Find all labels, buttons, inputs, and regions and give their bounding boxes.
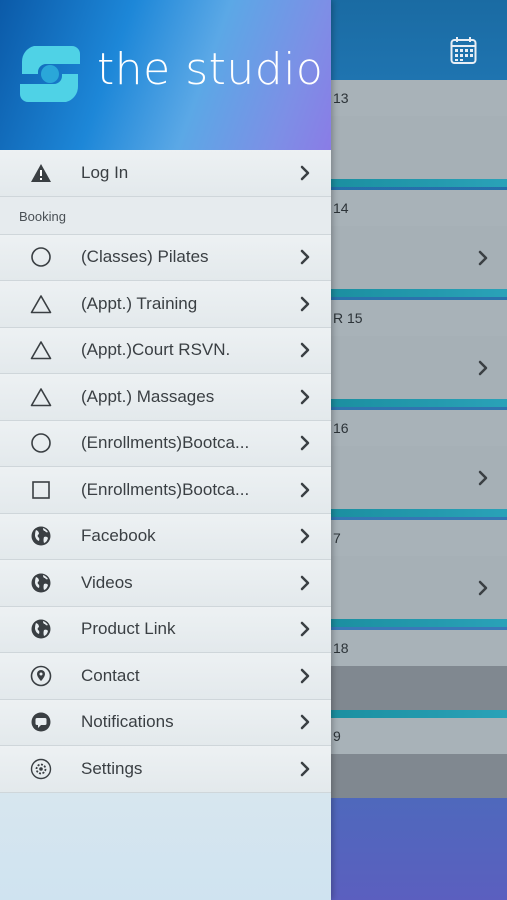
drawer-header: the studio xyxy=(0,0,331,150)
drawer-menu: Log In Booking (Classes) Pilates (Appt.) … xyxy=(0,150,331,793)
menu-item-label: Facebook xyxy=(81,526,156,546)
menu-item[interactable]: Videos xyxy=(0,560,331,607)
menu-item-label: (Classes) Pilates xyxy=(81,247,209,267)
triangle-icon xyxy=(30,293,52,315)
chevron-right-icon xyxy=(477,360,491,375)
studio-logo-text: the studio xyxy=(97,44,324,95)
day-header: R 15 xyxy=(331,300,507,336)
day-separator xyxy=(331,399,507,407)
chat-bubble-icon xyxy=(30,711,52,733)
day-event-row[interactable] xyxy=(331,666,507,710)
day-event-row[interactable] xyxy=(331,446,507,509)
menu-item-login[interactable]: Log In xyxy=(0,150,331,197)
menu-item-label: (Enrollments)Bootca... xyxy=(81,479,250,499)
menu-item[interactable]: (Appt.) Training xyxy=(0,281,331,328)
menu-item[interactable]: Notifications xyxy=(0,699,331,746)
section-header-booking: Booking xyxy=(0,196,331,235)
day-event-row[interactable] xyxy=(331,336,507,399)
studio-logo-icon xyxy=(16,40,84,108)
day-separator xyxy=(331,289,507,297)
day-event-row[interactable] xyxy=(331,754,507,798)
day-header: 7 xyxy=(331,520,507,556)
day-header: 18 xyxy=(331,630,507,666)
menu-item-label: (Appt.) Training xyxy=(81,293,198,313)
day-separator xyxy=(331,509,507,517)
chevron-right-icon xyxy=(299,296,311,312)
menu-item-label: Videos xyxy=(81,572,133,592)
calendar-icon[interactable] xyxy=(450,36,477,65)
circle-icon xyxy=(30,246,52,268)
globe-icon xyxy=(30,525,52,547)
menu-item-label: Log In xyxy=(81,162,129,182)
chevron-right-icon xyxy=(477,580,491,595)
background-header xyxy=(331,0,507,80)
menu-item-label: Contact xyxy=(81,665,140,685)
chevron-right-icon xyxy=(299,165,311,181)
menu-item-label: Product Link xyxy=(81,619,176,639)
menu-item[interactable]: (Appt.)Court RSVN. xyxy=(0,327,331,374)
menu-item-label: (Enrollments)Bootca... xyxy=(81,433,250,453)
warning-icon xyxy=(30,162,52,184)
day-event-row[interactable] xyxy=(331,556,507,619)
day-header: 13 xyxy=(331,80,507,116)
day-separator xyxy=(331,710,507,718)
day-header: 9 xyxy=(331,718,507,754)
location-pin-icon xyxy=(30,665,52,687)
menu-item[interactable]: (Enrollments)Bootca... xyxy=(0,420,331,467)
menu-item-label: (Appt.)Court RSVN. xyxy=(81,340,231,360)
menu-item[interactable]: Settings xyxy=(0,746,331,793)
chevron-right-icon xyxy=(299,482,311,498)
chevron-right-icon xyxy=(477,470,491,485)
menu-item-label: Settings xyxy=(81,758,143,778)
menu-item[interactable]: (Enrollments)Bootca... xyxy=(0,467,331,514)
chevron-right-icon xyxy=(299,528,311,544)
triangle-icon xyxy=(30,386,52,408)
globe-icon xyxy=(30,572,52,594)
triangle-icon xyxy=(30,339,52,361)
chevron-right-icon xyxy=(477,250,491,265)
day-header: 16 xyxy=(331,410,507,446)
chevron-right-icon xyxy=(299,621,311,637)
day-separator xyxy=(331,619,507,627)
chevron-right-icon xyxy=(299,575,311,591)
menu-item-label: (Appt.) Massages xyxy=(81,386,215,406)
chevron-right-icon xyxy=(299,249,311,265)
menu-item[interactable]: Contact xyxy=(0,653,331,700)
menu-item[interactable]: (Appt.) Massages xyxy=(0,374,331,421)
chevron-right-icon xyxy=(299,668,311,684)
menu-item[interactable]: Facebook xyxy=(0,513,331,560)
day-header: 14 xyxy=(331,190,507,226)
gear-icon xyxy=(30,758,52,780)
chevron-right-icon xyxy=(299,389,311,405)
chevron-right-icon xyxy=(299,761,311,777)
globe-icon xyxy=(30,618,52,640)
day-separator xyxy=(331,179,507,187)
menu-item[interactable]: (Classes) Pilates xyxy=(0,234,331,281)
square-icon xyxy=(30,479,52,501)
chevron-right-icon xyxy=(299,435,311,451)
day-event-row[interactable] xyxy=(331,226,507,289)
chevron-right-icon xyxy=(299,714,311,730)
menu-item-label: Notifications xyxy=(81,712,174,732)
menu-item[interactable]: Product Link xyxy=(0,606,331,653)
circle-icon xyxy=(30,432,52,454)
day-event-row[interactable] xyxy=(331,116,507,179)
chevron-right-icon xyxy=(299,342,311,358)
side-drawer: the studio Log In Booking (Classes) Pila… xyxy=(0,0,331,900)
